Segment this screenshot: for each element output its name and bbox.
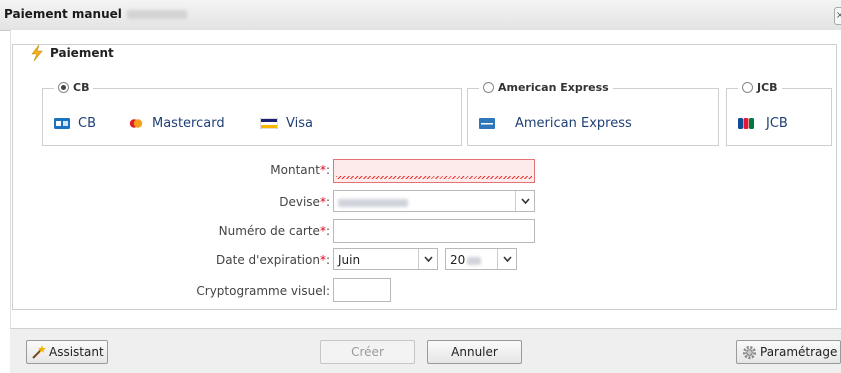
brand-visa: Visa xyxy=(260,116,313,131)
brand-cb-label: CB xyxy=(78,116,96,131)
expiry-month-select[interactable]: Juin xyxy=(333,248,438,270)
gear-icon xyxy=(742,345,757,359)
currency-label: Devise*: xyxy=(279,195,330,209)
expiry-label: Date d'expiration*: xyxy=(216,253,330,267)
card-number-input[interactable] xyxy=(333,219,535,243)
magic-wand-icon xyxy=(32,345,46,359)
expiry-year-select[interactable]: 20 xyxy=(445,248,517,270)
brand-jcb-label: JCB xyxy=(766,116,788,131)
payment-legend-label: Paiement xyxy=(50,46,114,60)
window-titlebar: Paiement manuel × xyxy=(0,0,841,31)
jcb-logo-icon xyxy=(738,118,754,129)
amount-label: Montant*: xyxy=(270,163,330,177)
brand-mastercard-label: Mastercard xyxy=(152,116,225,131)
radio-jcb[interactable] xyxy=(742,82,753,93)
chevron-down-icon[interactable] xyxy=(497,249,516,269)
visa-logo-icon xyxy=(260,118,278,129)
chevron-down-icon[interactable] xyxy=(515,191,534,211)
amount-input[interactable] xyxy=(333,159,535,183)
lightning-icon xyxy=(31,45,43,61)
card-option-amex-label: American Express xyxy=(498,81,609,94)
expiry-month-value: Juin xyxy=(338,253,361,267)
brand-amex-label: American Express xyxy=(515,116,632,131)
payment-legend: Paiement xyxy=(26,45,118,61)
brand-cb: CB xyxy=(54,116,96,131)
card-number-label: Numéro de carte*: xyxy=(218,224,330,238)
create-button-label: Créer xyxy=(351,345,384,359)
card-option-cb-label: CB xyxy=(73,81,90,94)
card-option-jcb-label: JCB xyxy=(757,81,778,94)
close-button[interactable]: × xyxy=(834,7,841,25)
chevron-down-icon[interactable] xyxy=(418,249,437,269)
cancel-button-label: Annuler xyxy=(451,345,498,359)
title-redacted-text xyxy=(127,10,187,19)
cvv-input[interactable] xyxy=(333,278,391,302)
brand-jcb: JCB xyxy=(738,116,788,131)
spellcheck-underline xyxy=(336,176,532,179)
currency-redacted-value xyxy=(338,195,408,209)
brand-visa-label: Visa xyxy=(286,116,313,131)
card-option-cb[interactable]: CB xyxy=(54,81,94,94)
cvv-label: Cryptogramme visuel: xyxy=(196,284,330,298)
settings-button[interactable]: Paramétrage xyxy=(736,340,841,364)
brand-amex: American Express xyxy=(479,116,632,131)
card-option-amex[interactable]: American Express xyxy=(479,81,613,94)
mastercard-logo-icon xyxy=(129,119,143,128)
currency-select[interactable] xyxy=(333,190,535,212)
cb-logo-icon xyxy=(54,118,70,129)
assistant-button-label: Assistant xyxy=(49,345,104,359)
dialog-footer xyxy=(10,328,841,373)
settings-button-label: Paramétrage xyxy=(760,345,838,359)
cancel-button[interactable]: Annuler xyxy=(427,340,522,364)
card-group-cb xyxy=(42,88,462,146)
amex-logo-icon xyxy=(479,118,495,129)
window-title: Paiement manuel xyxy=(4,7,122,21)
expiry-year-value: 20 xyxy=(450,253,482,267)
create-button[interactable]: Créer xyxy=(320,340,415,364)
radio-amex[interactable] xyxy=(483,82,494,93)
brand-mastercard: Mastercard xyxy=(128,116,225,131)
assistant-button[interactable]: Assistant xyxy=(26,340,108,364)
radio-cb[interactable] xyxy=(58,82,69,93)
card-option-jcb[interactable]: JCB xyxy=(738,81,782,94)
